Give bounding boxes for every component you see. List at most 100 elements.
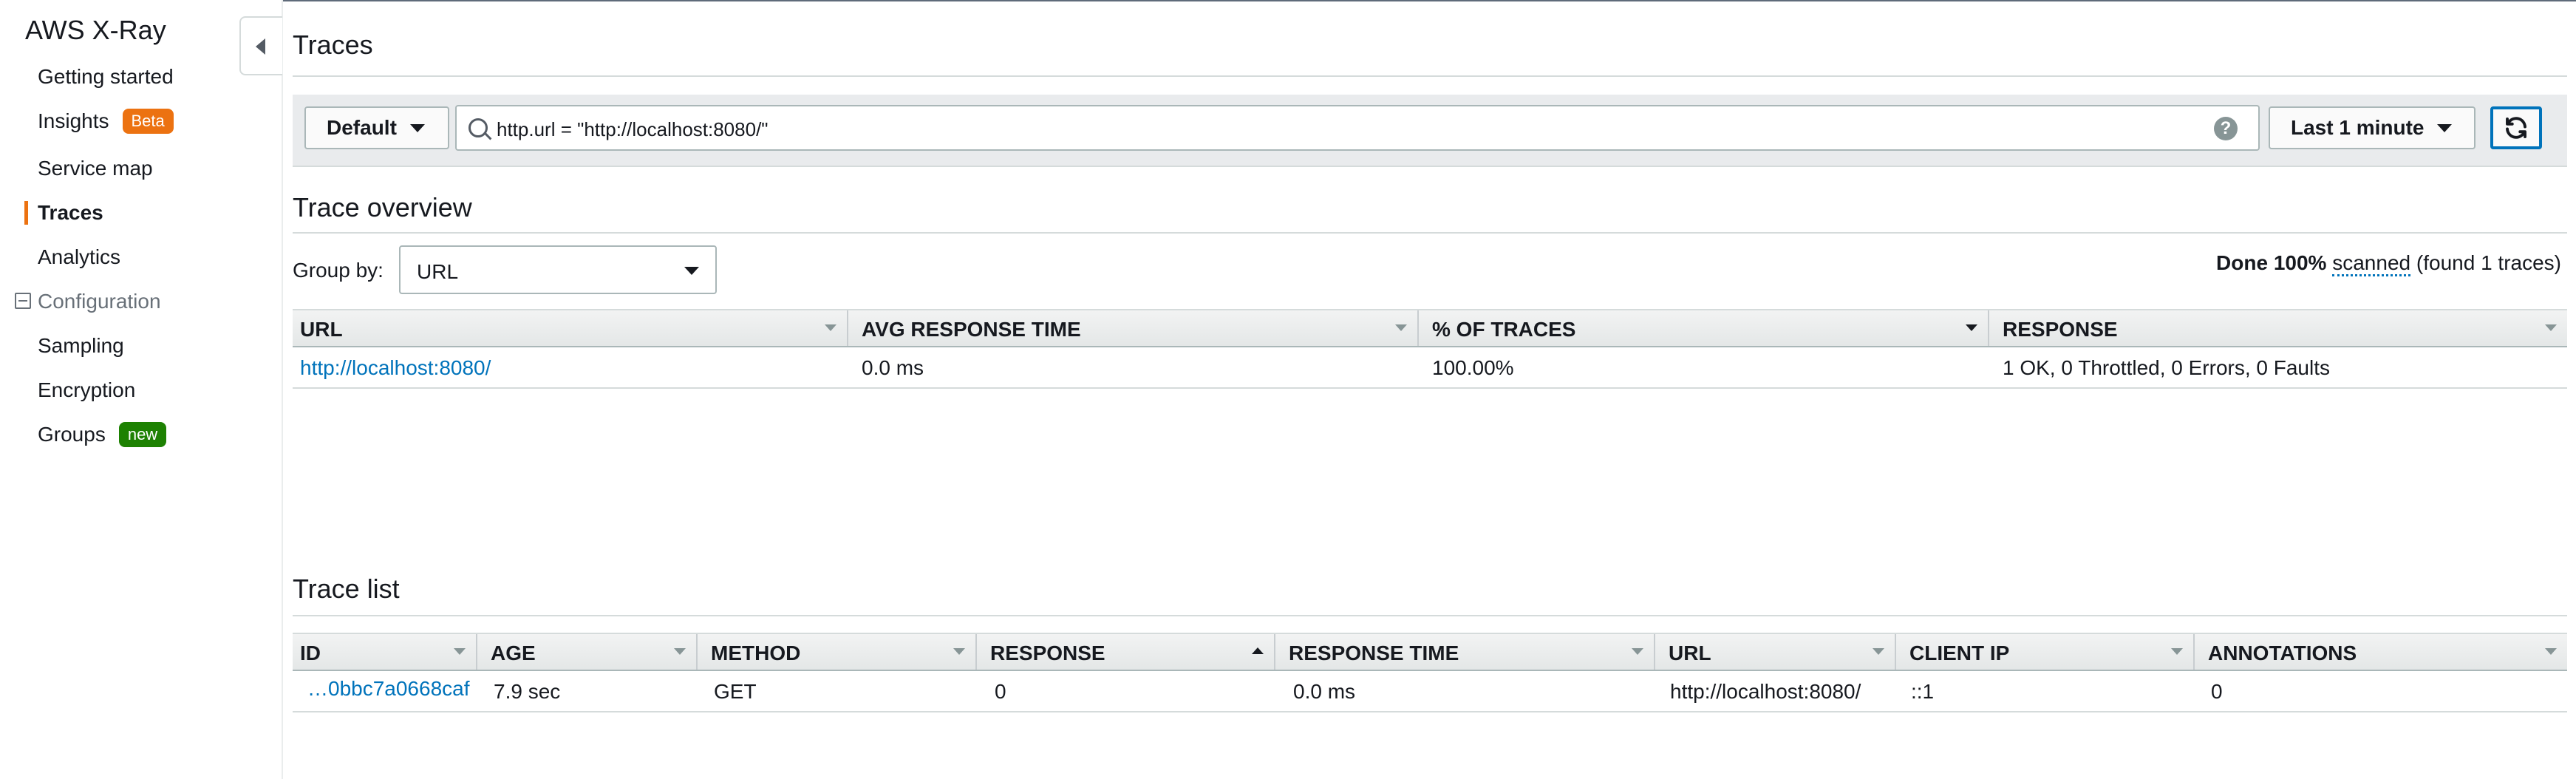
- trace-list-title: Trace list: [293, 574, 400, 604]
- sidebar-item-traces[interactable]: Traces: [38, 201, 103, 225]
- sort-icon: [454, 648, 466, 655]
- collapse-icon[interactable]: [15, 293, 31, 309]
- top-border: [0, 0, 2576, 1]
- scan-status: Done 100% scanned (found 1 traces): [2216, 251, 2561, 276]
- search-icon: [468, 118, 488, 137]
- column-label: AVG RESPONSE TIME: [862, 318, 1081, 341]
- column-header-id[interactable]: ID: [293, 634, 477, 670]
- sort-icon: [2171, 648, 2183, 655]
- url-link[interactable]: http://localhost:8080/: [300, 356, 491, 380]
- sort-icon: [2545, 324, 2557, 331]
- divider: [293, 615, 2567, 616]
- trace-overview-title: Trace overview: [293, 192, 472, 222]
- divider: [293, 232, 2567, 234]
- column-header-avg-response-time[interactable]: AVG RESPONSE TIME: [848, 310, 1419, 346]
- sidebar-item-label: Service map: [38, 157, 153, 180]
- response-cell: 0: [995, 680, 1006, 703]
- sidebar-item-sampling[interactable]: Sampling: [38, 334, 124, 358]
- sidebar-item-label: Insights: [38, 109, 109, 132]
- filter-expression-input[interactable]: http.url = "http://localhost:8080/" ?: [455, 105, 2260, 151]
- table-header: URL AVG RESPONSE TIME % OF TRACES RESPON…: [293, 309, 2567, 347]
- trace-overview-table: URL AVG RESPONSE TIME % OF TRACES RESPON…: [293, 309, 2567, 392]
- group-by-select[interactable]: URL: [399, 245, 717, 294]
- sort-desc-icon: [1966, 324, 1977, 331]
- column-header-client-ip[interactable]: CLIENT IP: [1896, 634, 2195, 670]
- response-cell: 1 OK, 0 Throttled, 0 Errors, 0 Faults: [2003, 356, 2330, 379]
- column-header-response-time[interactable]: RESPONSE TIME: [1275, 634, 1655, 670]
- status-percent: 100%: [2273, 251, 2327, 274]
- sidebar-item-label: Getting started: [38, 65, 174, 88]
- column-label: ANNOTATIONS: [2208, 642, 2357, 664]
- chevron-down-icon: [409, 123, 425, 132]
- sidebar-item-label: Configuration: [38, 290, 161, 313]
- sidebar-item-service-map[interactable]: Service map: [38, 157, 153, 180]
- column-label: RESPONSE TIME: [1289, 642, 1459, 664]
- column-label: RESPONSE: [2003, 318, 2118, 341]
- table-row[interactable]: http://localhost:8080/ 0.0 ms 100.00% 1 …: [293, 346, 2567, 389]
- sidebar: AWS X-Ray Getting started Insights Beta S…: [0, 0, 283, 779]
- sidebar-item-label: Traces: [38, 201, 103, 224]
- column-header-method[interactable]: METHOD: [698, 634, 977, 670]
- sort-icon: [674, 648, 686, 655]
- trace-list-table: ID AGE METHOD RESPONSE RESPONSE TIME URL…: [293, 633, 2567, 715]
- column-label: % OF TRACES: [1432, 318, 1576, 341]
- chevron-down-icon: [2437, 123, 2453, 132]
- group-by-value: URL: [417, 260, 459, 283]
- refresh-icon: [2506, 117, 2526, 139]
- column-header-annotations[interactable]: ANNOTATIONS: [2195, 634, 2567, 670]
- avg-response-time-cell: 0.0 ms: [862, 356, 924, 379]
- active-indicator: [24, 201, 28, 225]
- column-label: METHOD: [711, 642, 801, 664]
- divider: [293, 75, 2567, 77]
- column-header-response[interactable]: RESPONSE: [1989, 310, 2567, 346]
- column-label: URL: [1669, 642, 1711, 664]
- sidebar-item-label: Groups: [38, 423, 106, 446]
- status-suffix: (found 1 traces): [2416, 251, 2561, 274]
- group-select-button[interactable]: Default: [304, 106, 449, 149]
- sort-icon: [1395, 324, 1407, 331]
- beta-badge: Beta: [122, 108, 174, 134]
- chevron-down-icon: [684, 267, 699, 275]
- column-header-url[interactable]: URL: [1655, 634, 1896, 670]
- sort-icon: [825, 324, 836, 331]
- sort-icon: [1632, 648, 1643, 655]
- age-cell: 7.9 sec: [494, 680, 561, 703]
- sort-asc-icon: [1252, 647, 1264, 654]
- refresh-button[interactable]: [2490, 106, 2542, 149]
- sidebar-item-insights[interactable]: Insights Beta: [38, 108, 174, 135]
- sidebar-title: AWS X-Ray: [25, 15, 166, 45]
- column-label: URL: [300, 318, 343, 341]
- percent-of-traces-cell: 100.00%: [1432, 356, 1514, 379]
- table-row[interactable]: …0bbc7a0668caf 7.9 sec GET 0 0.0 ms http…: [293, 670, 2567, 712]
- trace-id-link[interactable]: …0bbc7a0668caf: [307, 677, 470, 701]
- time-range-button[interactable]: Last 1 minute: [2269, 106, 2476, 149]
- table-header: ID AGE METHOD RESPONSE RESPONSE TIME URL…: [293, 633, 2567, 671]
- sidebar-item-groups[interactable]: Groups new: [38, 421, 167, 449]
- column-label: RESPONSE: [990, 642, 1105, 664]
- column-label: CLIENT IP: [1909, 642, 2010, 664]
- sidebar-section-configuration[interactable]: Configuration: [38, 290, 161, 313]
- sidebar-item-label: Encryption: [38, 378, 136, 401]
- url-cell: http://localhost:8080/: [1670, 680, 1861, 703]
- page-title: Traces: [293, 30, 373, 60]
- time-range-label: Last 1 minute: [2291, 116, 2425, 139]
- sort-icon: [2545, 648, 2557, 655]
- column-header-age[interactable]: AGE: [477, 634, 698, 670]
- sidebar-item-analytics[interactable]: Analytics: [38, 245, 120, 269]
- sidebar-item-label: Sampling: [38, 334, 124, 357]
- client-ip-cell: ::1: [1911, 680, 1935, 703]
- status-prefix: Done: [2216, 251, 2269, 274]
- filter-toolbar: Default http.url = "http://localhost:808…: [293, 95, 2567, 167]
- method-cell: GET: [714, 680, 757, 703]
- filter-expression-text: http.url = "http://localhost:8080/": [497, 118, 769, 140]
- column-header-url[interactable]: URL: [293, 310, 848, 346]
- sidebar-item-encryption[interactable]: Encryption: [38, 378, 135, 402]
- sidebar-item-getting-started[interactable]: Getting started: [38, 65, 174, 89]
- sort-icon: [1873, 648, 1884, 655]
- column-header-response[interactable]: RESPONSE: [977, 634, 1275, 670]
- sidebar-item-label: Analytics: [38, 245, 121, 268]
- column-header-percent-of-traces[interactable]: % OF TRACES: [1419, 310, 1989, 346]
- collapse-sidebar-button[interactable]: [239, 16, 282, 75]
- response-time-cell: 0.0 ms: [1293, 680, 1356, 703]
- help-icon[interactable]: ?: [2214, 117, 2238, 140]
